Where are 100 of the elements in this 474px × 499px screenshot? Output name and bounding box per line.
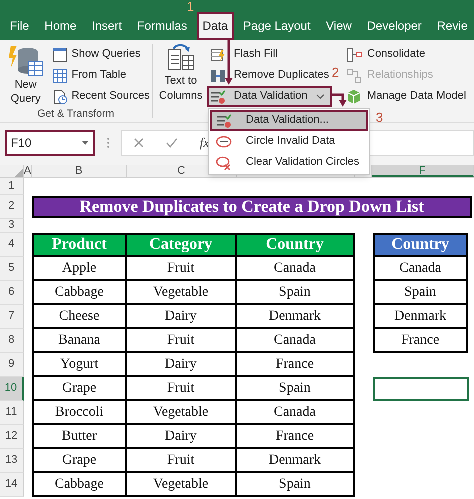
table-cell: Canada — [237, 329, 355, 353]
annotation-arrow — [225, 40, 233, 85]
table-cell: Fruit — [127, 257, 237, 281]
table-cell: Denmark — [237, 449, 355, 473]
table-cell: Grape — [32, 449, 127, 473]
sheet-title: Remove Duplicates to Create a Drop Down List — [32, 196, 472, 218]
close-icon — [134, 138, 144, 148]
list-check-icon — [216, 112, 232, 128]
table-cell: Vegetable — [127, 401, 237, 425]
ribbon-tab[interactable]: Page Layout — [237, 12, 317, 40]
ribbon-command[interactable]: Remove Duplicates — [207, 65, 332, 86]
table-icon — [52, 68, 68, 84]
table-cell: Spain — [237, 377, 355, 401]
column-header[interactable]: B — [32, 165, 127, 177]
annotation-arrow — [331, 94, 347, 107]
ribbon-tab[interactable]: Home — [38, 12, 83, 40]
table-cell: Canada — [237, 257, 355, 281]
cube-icon — [346, 88, 362, 104]
table-cell: Dairy — [127, 425, 237, 449]
row-header[interactable]: 7 — [0, 305, 24, 329]
ribbon-tab[interactable]: Data — [196, 12, 234, 40]
name-box[interactable]: F10 — [5, 130, 95, 156]
table-cell: Canada — [373, 257, 468, 281]
ribbon-command[interactable]: Manage Data Model — [343, 86, 470, 107]
table-cell: Denmark — [237, 305, 355, 329]
table-cell: Dairy — [127, 305, 237, 329]
table-cell: Cheese — [32, 305, 127, 329]
flash-fill-icon — [210, 46, 226, 62]
row-header[interactable]: 14 — [0, 473, 24, 497]
window-icon — [52, 46, 68, 62]
check-icon — [166, 138, 178, 148]
menu-item[interactable]: Data Validation... — [210, 110, 368, 131]
row-header[interactable]: 9 — [0, 353, 24, 377]
table-cell: Canada — [237, 401, 355, 425]
ribbon-command[interactable]: Data Validation — [207, 86, 332, 107]
table-cell: Spain — [373, 281, 468, 305]
column-header: Product — [32, 233, 127, 257]
ribbon-tab[interactable]: Developer — [361, 12, 428, 40]
table-cell: Denmark — [373, 305, 468, 329]
group-label: Get & Transform — [37, 107, 115, 122]
table-cell: Apple — [32, 257, 127, 281]
consolidate-icon — [346, 46, 362, 62]
step-number: 2 — [332, 66, 340, 80]
table-cell: Spain — [237, 281, 355, 305]
table-cell: Fruit — [127, 329, 237, 353]
table-cell: Fruit — [127, 449, 237, 473]
table-cell: France — [237, 353, 355, 377]
caret-icon — [82, 141, 89, 145]
table-cell: Cabbage — [32, 281, 127, 305]
column-header: Country — [237, 233, 355, 257]
database-icon — [8, 44, 44, 78]
column-header: Category — [127, 233, 237, 257]
row-header[interactable]: 6 — [0, 281, 24, 305]
step-number: 3 — [376, 111, 384, 125]
table-cell: Vegetable — [127, 281, 237, 305]
ribbon-command[interactable]: Flash Fill — [207, 44, 332, 65]
row-header[interactable]: 10 — [0, 377, 24, 401]
ribbon-command[interactable]: Show Queries — [50, 44, 152, 65]
step-number: 1 — [187, 0, 194, 14]
table-cell: Spain — [237, 473, 355, 497]
table-cell: Banana — [32, 329, 127, 353]
columns-icon — [210, 68, 226, 84]
table-cell: Grape — [32, 377, 127, 401]
ribbon-tab[interactable]: Revie — [431, 12, 474, 40]
column-header[interactable]: F — [372, 165, 474, 177]
table-cell: Yogurt — [32, 353, 127, 377]
row-header[interactable]: 1 — [0, 178, 24, 195]
text-to-columns-button[interactable]: Text to Columns — [157, 44, 205, 104]
selected-cell[interactable] — [373, 377, 469, 401]
ribbon-tab[interactable]: Formulas — [131, 12, 194, 40]
relationships-icon — [346, 68, 362, 84]
more-icon — [106, 137, 110, 149]
table-cell: Vegetable — [127, 473, 237, 497]
table-cell: France — [237, 425, 355, 449]
row-header[interactable]: 13 — [0, 449, 24, 473]
column-header[interactable]: A — [24, 165, 32, 177]
row-header[interactable]: 2 — [0, 195, 24, 219]
document-clock-icon — [52, 88, 68, 104]
table-cell: Cabbage — [32, 473, 127, 497]
row-header[interactable]: 8 — [0, 329, 24, 353]
ribbon-command[interactable]: Recent Sources — [50, 86, 152, 107]
ribbon-tab[interactable]: Insert — [86, 12, 128, 40]
ribbon-command[interactable]: From Table — [50, 65, 152, 86]
ribbon-tab[interactable]: View — [320, 12, 358, 40]
column-header: Country — [373, 233, 468, 257]
row-header[interactable]: 3 — [0, 219, 24, 233]
row-header[interactable]: 12 — [0, 425, 24, 449]
menu-item[interactable]: Circle Invalid Data — [210, 131, 368, 152]
list-check-icon — [210, 88, 226, 104]
erase-circles-icon — [216, 154, 232, 170]
table-cell: Broccoli — [32, 401, 127, 425]
table-cell: France — [373, 329, 468, 353]
row-header[interactable]: 11 — [0, 401, 24, 425]
row-header[interactable]: 4 — [0, 233, 24, 257]
ribbon-command[interactable]: Consolidate — [343, 44, 470, 65]
circled-list-icon — [216, 134, 232, 150]
new-query-button[interactable]: New Query — [4, 44, 48, 107]
ribbon-tab[interactable]: File — [4, 12, 36, 40]
row-header[interactable]: 5 — [0, 257, 24, 281]
table-cell: Fruit — [127, 377, 237, 401]
